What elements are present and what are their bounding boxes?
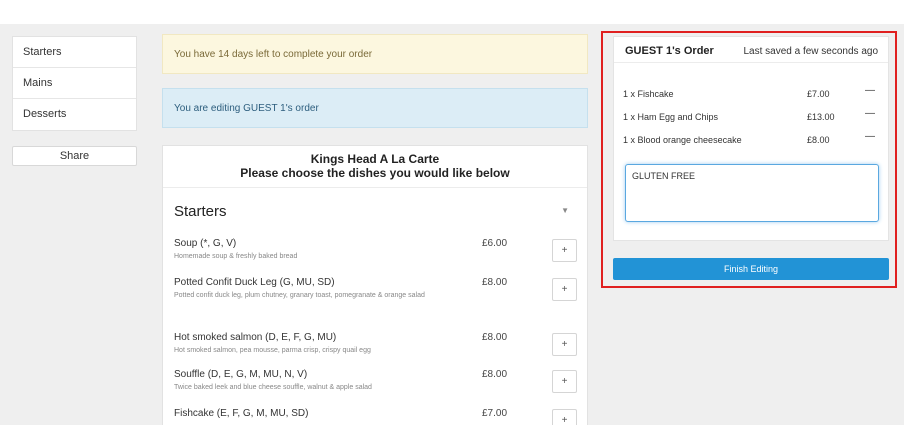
order-title: GUEST 1's Order <box>625 45 714 57</box>
order-notes-field[interactable]: GLUTEN FREE <box>625 164 879 222</box>
dish-price: £8.00 <box>482 277 508 288</box>
menu-header: Kings Head A La Carte Please choose the … <box>163 146 587 188</box>
dish-name: Soup (*, G, V) <box>174 238 237 249</box>
order-item-label: 1 x Ham Egg and Chips <box>623 112 719 122</box>
order-card: GUEST 1's Order Last saved a few seconds… <box>613 36 889 241</box>
finish-editing-button[interactable]: Finish Editing <box>613 258 889 280</box>
order-item: 1 x Ham Egg and Chips £13.00 — <box>614 108 888 132</box>
dish-description: Hot smoked salmon, pea mousse, parma cri… <box>174 347 371 354</box>
section-title: Starters <box>174 203 227 220</box>
order-item-label: 1 x Blood orange cheesecake <box>623 135 742 145</box>
add-dish-button[interactable]: + <box>552 370 577 393</box>
dish-description: Potted confit duck leg, plum chutney, gr… <box>174 292 425 299</box>
add-dish-button[interactable]: + <box>552 333 577 356</box>
caret-down-icon[interactable]: ▼ <box>561 206 569 215</box>
order-item-price: £13.00 <box>807 112 835 122</box>
dish-name: Hot smoked salmon (D, E, F, G, MU) <box>174 332 337 343</box>
top-bar <box>0 0 904 24</box>
menu-title: Kings Head A La Carte <box>310 152 440 166</box>
dish-price: £8.00 <box>482 369 508 380</box>
section-header: Starters ▼ <box>163 188 587 228</box>
add-dish-button[interactable]: + <box>552 239 577 262</box>
nav-item-desserts[interactable]: Desserts <box>13 99 136 130</box>
order-item-label: 1 x Fishcake <box>623 89 674 99</box>
menu-panel: Kings Head A La Carte Please choose the … <box>162 145 588 425</box>
last-saved-text: Last saved a few seconds ago <box>743 46 878 57</box>
category-nav: Starters Mains Desserts <box>12 36 137 131</box>
days-left-alert: You have 14 days left to complete your o… <box>162 34 588 74</box>
dish-description: Homemade soup & freshly baked bread <box>174 253 298 260</box>
order-item-price: £7.00 <box>807 89 830 99</box>
dish-price: £6.00 <box>482 238 508 249</box>
dish-name: Souffle (D, E, G, M, MU, N, V) <box>174 369 308 380</box>
order-item-price: £8.00 <box>807 135 830 145</box>
dish-name: Fishcake (E, F, G, M, MU, SD) <box>174 408 309 419</box>
dish-price: £8.00 <box>482 332 508 343</box>
nav-item-mains[interactable]: Mains <box>13 68 136 99</box>
add-dish-button[interactable]: + <box>552 278 577 301</box>
order-item: 1 x Fishcake £7.00 — <box>614 85 888 109</box>
remove-item-button[interactable]: — <box>863 108 877 122</box>
dish-description: Twice baked leek and blue cheese souffle… <box>174 384 372 391</box>
order-item: 1 x Blood orange cheesecake £8.00 — <box>614 131 888 155</box>
dish-name: Potted Confit Duck Leg (G, MU, SD) <box>174 277 335 288</box>
dish-price: £7.00 <box>482 408 508 419</box>
add-dish-button[interactable]: + <box>552 409 577 425</box>
nav-item-starters[interactable]: Starters <box>13 37 136 68</box>
menu-subtitle: Please choose the dishes you would like … <box>240 166 510 180</box>
editing-alert: You are editing GUEST 1's order <box>162 88 588 128</box>
remove-item-button[interactable]: — <box>863 85 877 99</box>
order-header: GUEST 1's Order Last saved a few seconds… <box>614 37 888 63</box>
share-button[interactable]: Share <box>12 146 137 166</box>
remove-item-button[interactable]: — <box>863 131 877 145</box>
